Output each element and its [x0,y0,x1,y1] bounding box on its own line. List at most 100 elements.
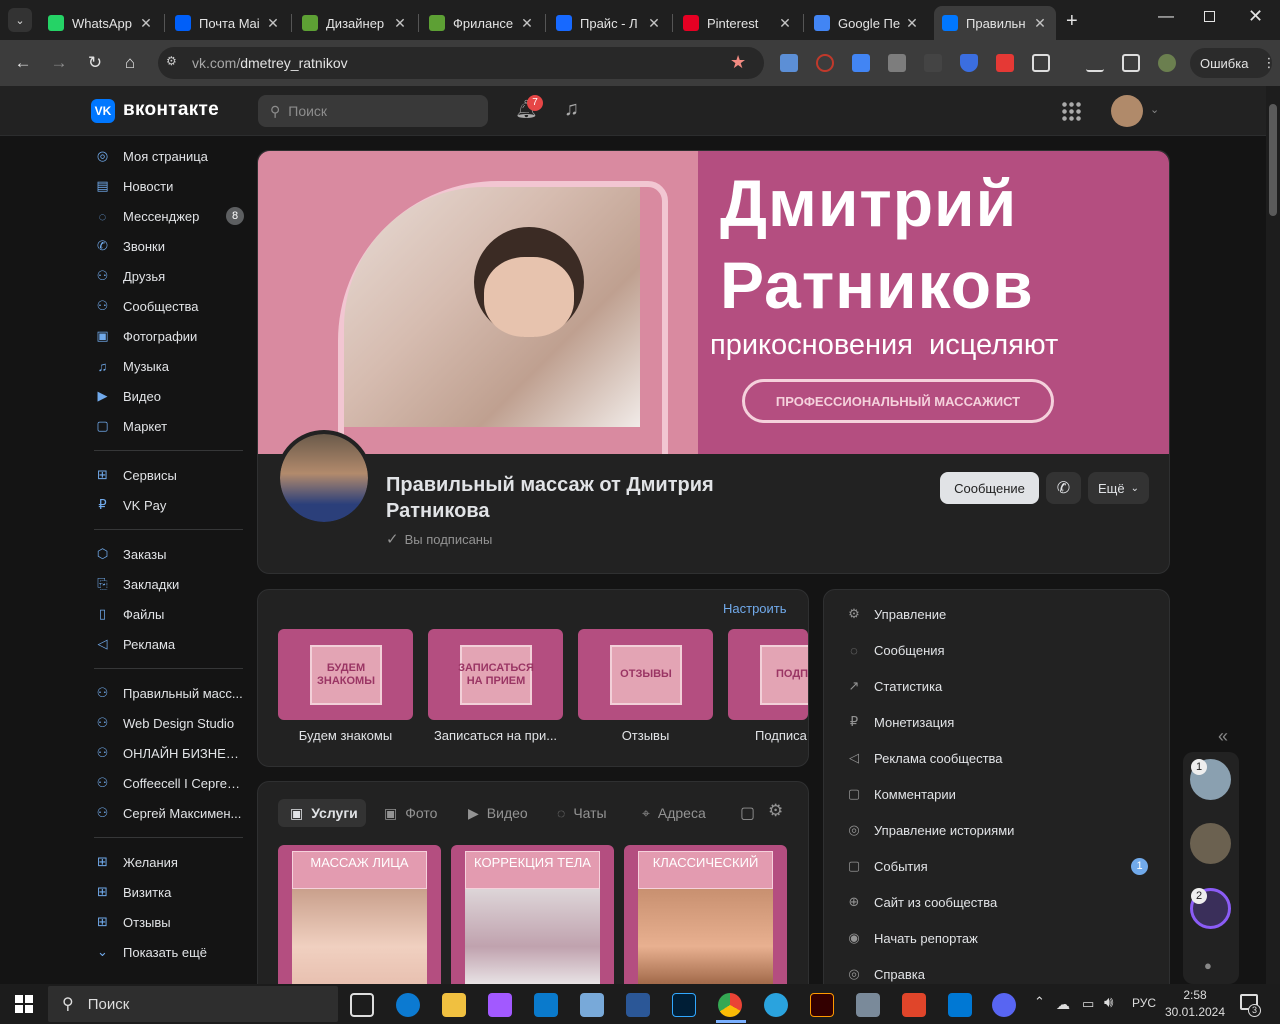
profile-error-button[interactable]: Ошибка ⋮ [1190,48,1275,78]
window-close-button[interactable]: ✕ [1248,6,1263,27]
close-tab-icon[interactable]: ✕ [392,15,408,32]
message-button[interactable]: Сообщение [940,472,1039,504]
music-icon[interactable]: ♫ [564,98,579,121]
sidebar-item[interactable]: ⚇ Сообщества [94,292,244,320]
sidebar-item[interactable]: ✆ Звонки [94,232,244,260]
community-avatar[interactable] [276,430,372,526]
close-tab-icon[interactable]: ✕ [904,15,920,32]
link-caption[interactable]: Отзывы [578,728,713,743]
browser-tab[interactable]: Google Пе ✕ [806,6,928,40]
task-view-icon[interactable] [350,993,374,1017]
gear-icon[interactable]: ⚙ [768,801,783,821]
page-scrollbar[interactable] [1266,86,1280,984]
figma-icon[interactable] [488,993,512,1017]
close-tab-icon[interactable]: ✕ [777,15,793,32]
sidebar-item[interactable]: ◎ Моя страница [94,142,244,170]
extensions-puzzle-icon[interactable] [1032,54,1050,72]
content-tab[interactable]: ▶ Видео [468,799,528,827]
close-tab-icon[interactable]: ✕ [519,15,535,32]
browser-tab[interactable]: Правильн ✕ [934,6,1056,40]
clock-date[interactable]: 30.01.2024 [1164,1005,1226,1019]
close-tab-icon[interactable]: ✕ [646,15,662,32]
home-button[interactable]: ⌂ [115,48,145,78]
browser-tab[interactable]: Pinterest ✕ [675,6,801,40]
reload-button[interactable]: ↻ [80,48,110,78]
sidebar-item[interactable]: ♫ Музыка [94,352,244,380]
address-bar[interactable]: ⚙ vk.com/dmetrey_ratnikov ★ [158,47,764,79]
vscode-icon[interactable] [534,993,558,1017]
sidebar-item[interactable]: ▶ Видео [94,382,244,410]
illustrator-icon[interactable] [810,993,834,1017]
extension-icon[interactable] [888,54,906,72]
manage-menu-item[interactable]: ▢ События [846,856,928,876]
more-button[interactable]: Ещё ⌄ [1088,472,1149,504]
chevron-down-icon[interactable]: ⌄ [1150,103,1159,116]
profile-avatar[interactable] [1158,54,1176,72]
extension-icon[interactable] [780,54,798,72]
manage-menu-item[interactable]: ₽ Монетизация [846,712,954,732]
paint-icon[interactable] [580,993,604,1017]
chrome-icon[interactable] [718,993,742,1017]
link-caption[interactable]: Записаться на при... [428,728,563,743]
language-indicator[interactable]: РУС [1132,996,1156,1010]
word-icon[interactable] [626,993,650,1017]
site-info-icon[interactable]: ⚙ [166,54,182,70]
sidebar-item[interactable]: ⚇ Coffeecell I Сергей... [94,769,244,797]
network-icon[interactable]: ▭ [1082,996,1094,1012]
translate-extension-icon[interactable] [852,54,870,72]
sidebar-item[interactable]: ₽ VK Pay [94,491,244,519]
sidebar-item[interactable]: ⬡ Заказы [94,540,244,568]
window-restore-button[interactable] [1204,11,1215,22]
clock-time[interactable]: 2:58 [1168,988,1222,1002]
manage-menu-item[interactable]: ⚙ Управление [846,604,946,624]
app-icon[interactable] [856,993,880,1017]
apps-grid-icon[interactable] [1061,101,1081,121]
service-card[interactable]: КОРРЕКЦИЯ ТЕЛА [451,845,614,985]
browser-tab[interactable]: Фрилансе ✕ [421,6,543,40]
content-tab[interactable]: ▣ Фото [384,799,437,827]
vk-logo-text[interactable]: вконтакте [123,99,219,121]
back-button[interactable]: ← [8,48,38,78]
manage-menu-item[interactable]: ⊕ Сайт из сообщества [846,892,998,912]
manage-menu-item[interactable]: ◎ Справка [846,964,925,984]
taskbar-search[interactable]: ⚲ Поиск [48,986,338,1022]
close-tab-icon[interactable]: ✕ [1032,15,1048,32]
forward-button[interactable]: → [44,48,74,78]
browser-tab[interactable]: Прайс - Л ✕ [548,6,670,40]
manage-menu-item[interactable]: ▢ Комментарии [846,784,956,804]
sidebar-item[interactable]: ◌ Мессенджер 8 [94,202,244,230]
content-tab[interactable]: ⌖ Адреса [642,799,706,827]
manage-menu-item[interactable]: ◁ Реклама сообщества [846,748,1003,768]
browser-tab[interactable]: Дизайнер ✕ [294,6,416,40]
window-minimize-button[interactable]: — [1158,8,1174,26]
sidebar-item[interactable]: ⚇ Правильный масс... [94,679,244,707]
comment-icon[interactable]: ▢ [740,803,755,823]
scrollbar-thumb[interactable] [1269,104,1277,216]
subscribed-status[interactable]: ✓ Вы подписаны [386,530,492,548]
sidebar-item[interactable]: ⊞ Визитка [94,878,244,906]
sidebar-item[interactable]: ◁ Реклама [94,630,244,658]
outlook-icon[interactable] [948,993,972,1017]
extension-icon[interactable] [816,54,834,72]
manage-menu-item[interactable]: ◌ Сообщения [846,640,944,660]
search-input[interactable]: ⚲ Поиск [258,95,488,127]
manage-menu-item[interactable]: ↗ Статистика [846,676,943,696]
sidebar-item[interactable]: ⎘ Закладки [94,570,244,598]
service-card[interactable]: МАССАЖ ЛИЦА [278,845,441,985]
manage-menu-item[interactable]: ◎ Управление историями [846,820,1014,840]
windows-start-icon[interactable] [15,995,33,1013]
app-icon[interactable] [902,993,926,1017]
explorer-icon[interactable] [442,993,466,1017]
sidebar-item[interactable]: ▢ Маркет [94,412,244,440]
close-tab-icon[interactable]: ✕ [265,15,281,32]
chat-bubble-icon[interactable]: ● [1204,958,1212,973]
sidebar-item[interactable]: ⊞ Отзывы [94,908,244,936]
tab-search-button[interactable]: ⌄ [8,8,32,32]
link-tile[interactable]: БУДЕМ ЗНАКОМЫ [278,629,413,720]
link-tile[interactable]: ЗАПИСАТЬСЯ НА ПРИЕМ [428,629,563,720]
sidebar-item[interactable]: ⌄ Показать ещё [94,938,244,966]
configure-link[interactable]: Настроить [723,601,787,616]
browser-tab[interactable]: Почта Mai ✕ [167,6,289,40]
sidebar-item[interactable]: ⊞ Желания [94,848,244,876]
sidebar-item[interactable]: ▤ Новости [94,172,244,200]
